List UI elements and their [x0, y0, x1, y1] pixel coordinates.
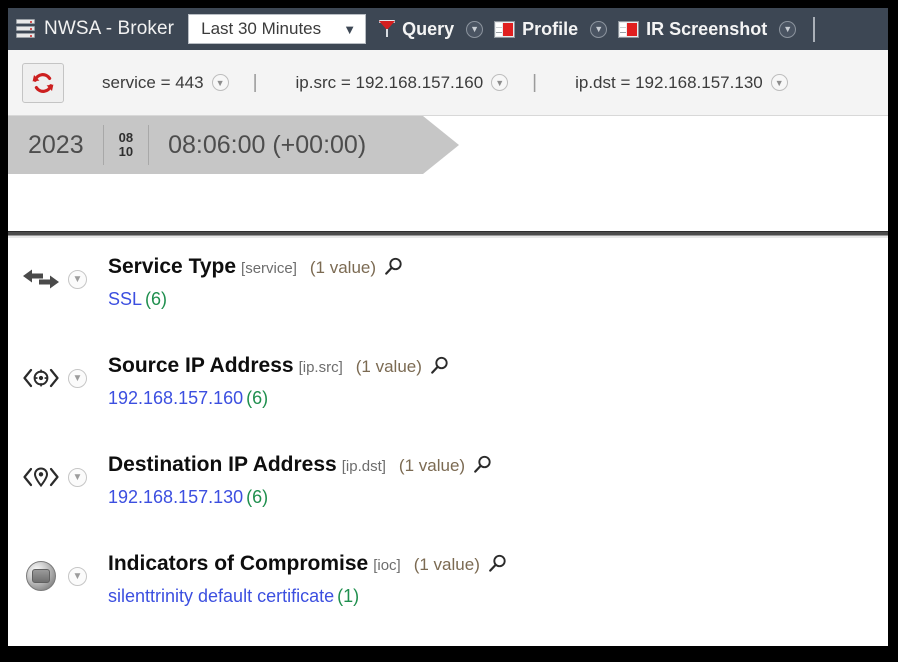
timeline-breadcrumb-bar: 2023 08 10 08:06:00 (+00:00)	[8, 116, 888, 174]
chevron-down-icon[interactable]: ▼	[68, 468, 87, 487]
breadcrumb-year[interactable]: 2023	[28, 131, 103, 160]
meta-value-count: (1 value)	[398, 456, 466, 475]
magnifier-icon[interactable]	[430, 356, 449, 380]
meta-key: [ip.src]	[298, 359, 343, 376]
panel-layout-icon	[618, 20, 640, 38]
chevron-down-icon: ▼	[343, 21, 357, 37]
filter-condition-ipdst-text: ip.dst = 192.168.157.130	[575, 72, 763, 92]
breadcrumb-date[interactable]: 08 10	[104, 131, 148, 159]
magnifier-icon[interactable]	[384, 257, 403, 281]
time-range-select[interactable]: Last 30 Minutes ▼	[188, 14, 367, 44]
meta-key: [ip.dst]	[341, 458, 386, 475]
meta-value-occurrences: (6)	[246, 388, 269, 408]
time-range-value: Last 30 Minutes	[201, 19, 322, 38]
chevron-down-icon[interactable]: ▼	[466, 20, 484, 38]
timeline-track	[423, 116, 888, 174]
meta-row-body: Service Type [service] (1 value) SSL (6)	[108, 248, 403, 310]
meta-value-count: (1 value)	[309, 258, 377, 277]
section-separator	[8, 231, 888, 238]
timeline-empty-strip	[8, 174, 888, 231]
breadcrumb-time[interactable]: 08:06:00 (+00:00)	[149, 131, 366, 160]
panel-layout-icon	[494, 20, 516, 38]
chevron-down-icon[interactable]: ▼	[211, 74, 229, 91]
meta-value-count: (1 value)	[413, 555, 480, 574]
nav-item-ir-screenshot-label: IR Screenshot	[646, 18, 768, 39]
meta-value[interactable]: 192.168.157.160	[108, 388, 243, 408]
meta-value-occurrences: (6)	[246, 487, 269, 507]
source-ip-icon	[20, 361, 62, 395]
chevron-down-icon[interactable]: ▼	[491, 74, 509, 91]
meta-row-source-ip[interactable]: ▼ Source IP Address [ip.src] (1 value) 1…	[8, 347, 888, 446]
app-window: NWSA - Broker Last 30 Minutes ▼ Query ▼ …	[8, 8, 888, 646]
filter-condition-ipdst[interactable]: ip.dst = 192.168.157.130 ▼	[575, 73, 788, 93]
ioc-badge-icon	[20, 559, 62, 593]
meta-value-occurrences: (1)	[337, 586, 360, 606]
destination-ip-icon	[20, 460, 62, 494]
filter-condition-service-text: service = 443	[102, 72, 204, 92]
chevron-down-icon[interactable]: ▼	[68, 567, 87, 586]
meta-title: Source IP Address	[108, 354, 294, 377]
chevron-down-icon[interactable]: ▼	[68, 369, 87, 388]
server-icon	[16, 19, 35, 39]
chevron-down-icon[interactable]: ▼	[779, 20, 797, 38]
ioc-badge-inner	[32, 569, 50, 583]
meta-row-destination-ip[interactable]: ▼ Destination IP Address [ip.dst] (1 val…	[8, 446, 888, 545]
app-title: NWSA - Broker	[44, 18, 175, 39]
nav-item-profile-label: Profile	[522, 18, 579, 39]
breadcrumb-day: 10	[118, 144, 134, 159]
filter-separator: |	[532, 71, 538, 93]
meta-row-header: Source IP Address [ip.src] (1 value)	[108, 353, 449, 378]
toolbar-divider	[813, 16, 816, 42]
meta-row-body: Source IP Address [ip.src] (1 value) 192…	[108, 347, 449, 409]
meta-value[interactable]: SSL	[108, 289, 142, 309]
breadcrumb-arrow-icon	[423, 116, 459, 174]
meta-row-body: Indicators of Compromise [ioc] (1 value)…	[108, 545, 507, 607]
breadcrumb[interactable]: 2023 08 10 08:06:00 (+00:00)	[8, 116, 423, 174]
meta-row-header: Destination IP Address [ip.dst] (1 value…	[108, 452, 492, 477]
bidirectional-arrows-icon	[20, 262, 62, 296]
filter-condition-ipsrc-text: ip.src = 192.168.157.160	[295, 72, 484, 92]
filter-separator: |	[252, 71, 258, 93]
meta-value-count: (1 value)	[355, 357, 422, 376]
refresh-button[interactable]	[22, 62, 64, 103]
refresh-icon	[31, 71, 55, 95]
query-filter-bar: service = 443 ▼ | ip.src = 192.168.157.1…	[8, 50, 888, 116]
top-navigation-bar: NWSA - Broker Last 30 Minutes ▼ Query ▼ …	[8, 8, 888, 50]
nav-item-ir-screenshot[interactable]: IR Screenshot ▼	[618, 19, 800, 40]
nav-item-query[interactable]: Query ▼	[379, 19, 487, 40]
chevron-down-icon[interactable]: ▼	[770, 74, 788, 91]
meta-value-row[interactable]: 192.168.157.130 (6)	[108, 487, 492, 508]
filter-condition-service[interactable]: service = 443 ▼	[102, 73, 229, 93]
meta-row-header: Indicators of Compromise [ioc] (1 value)	[108, 551, 507, 576]
meta-title: Service Type	[108, 255, 237, 278]
meta-value-row[interactable]: SSL (6)	[108, 289, 403, 310]
nav-item-profile[interactable]: Profile ▼	[494, 19, 611, 40]
meta-value-row[interactable]: 192.168.157.160 (6)	[108, 388, 449, 409]
breadcrumb-month: 08	[118, 130, 134, 145]
ioc-badge-circle	[26, 561, 56, 591]
chevron-down-icon[interactable]: ▼	[68, 270, 87, 289]
meta-value-row[interactable]: silenttrinity default certificate (1)	[108, 586, 507, 607]
chevron-down-icon[interactable]: ▼	[590, 20, 608, 38]
funnel-icon	[379, 20, 396, 38]
meta-value[interactable]: 192.168.157.130	[108, 487, 243, 507]
meta-value-occurrences: (6)	[145, 289, 168, 309]
nav-item-query-label: Query	[402, 18, 455, 39]
meta-title: Destination IP Address	[108, 453, 337, 476]
meta-value[interactable]: silenttrinity default certificate	[108, 586, 334, 606]
meta-key: [service]	[241, 260, 297, 277]
meta-row-body: Destination IP Address [ip.dst] (1 value…	[108, 446, 492, 508]
meta-row-indicators-of-compromise[interactable]: ▼ Indicators of Compromise [ioc] (1 valu…	[8, 545, 888, 644]
meta-row-header: Service Type [service] (1 value)	[108, 254, 403, 279]
magnifier-icon[interactable]	[473, 455, 492, 479]
magnifier-icon[interactable]	[488, 554, 507, 578]
filter-condition-ipsrc[interactable]: ip.src = 192.168.157.160 ▼	[296, 73, 509, 93]
meta-row-service-type[interactable]: ▼ Service Type [service] (1 value) SSL (6…	[8, 248, 888, 347]
meta-title: Indicators of Compromise	[108, 552, 369, 575]
meta-list: ▼ Service Type [service] (1 value) SSL (6…	[8, 238, 888, 644]
meta-key: [ioc]	[373, 557, 401, 574]
